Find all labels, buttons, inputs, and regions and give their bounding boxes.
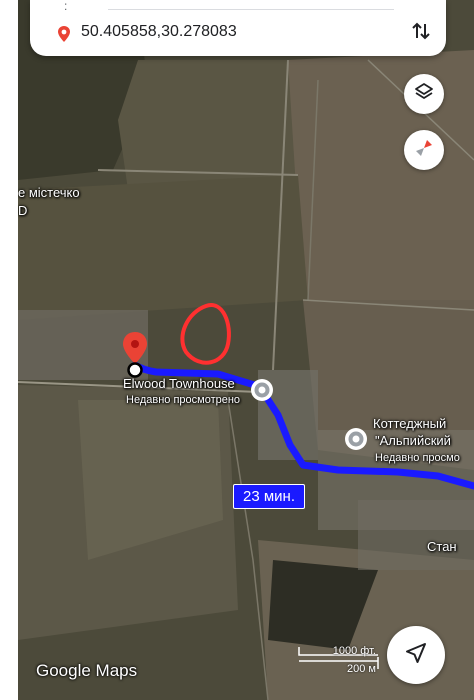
layers-button[interactable] [404, 74, 444, 114]
place-pin-icon[interactable] [343, 426, 369, 452]
layers-icon [413, 81, 435, 108]
location-pin-icon [57, 25, 71, 48]
dots-icon: : [64, 0, 68, 13]
google-maps-logo: Google Maps [36, 661, 138, 680]
map-view[interactable]: е містечко D Elwood Townhouse Недавно пр… [18, 0, 474, 700]
destination-marker-icon[interactable] [119, 330, 151, 380]
navigate-button[interactable] [387, 626, 445, 684]
swap-vertical-icon[interactable] [410, 20, 432, 47]
place-1-subtitle: Недавно просмотрено [126, 394, 241, 406]
place-pin-icon[interactable] [249, 377, 275, 403]
scale-metric-label: 200 м [347, 663, 376, 675]
place-2-subtitle: Недавно просмо [375, 452, 460, 464]
satellite-terrain [18, 0, 474, 700]
scale-bar: 1000 фт. 200 м [298, 645, 384, 677]
navigate-arrow-icon [404, 641, 428, 670]
search-bar[interactable]: : 50.405858,30.278083 [30, 0, 446, 56]
place-2-name-line2[interactable]: "Альпийский [375, 433, 451, 448]
town-label: е містечко [18, 185, 80, 200]
compass-button[interactable] [404, 130, 444, 170]
town-label-2: D [18, 203, 28, 218]
divider [108, 9, 394, 10]
scale-imperial-label: 1000 фт. [332, 645, 376, 657]
place-3-name[interactable]: Стан [427, 539, 457, 554]
coordinates-input[interactable]: 50.405858,30.278083 [81, 23, 237, 41]
compass-icon [413, 137, 435, 164]
place-2-name-line1[interactable]: Коттеджный [373, 416, 446, 431]
place-1-name[interactable]: Elwood Townhouse [123, 376, 235, 391]
route-duration-badge[interactable]: 23 мин. [233, 484, 305, 509]
